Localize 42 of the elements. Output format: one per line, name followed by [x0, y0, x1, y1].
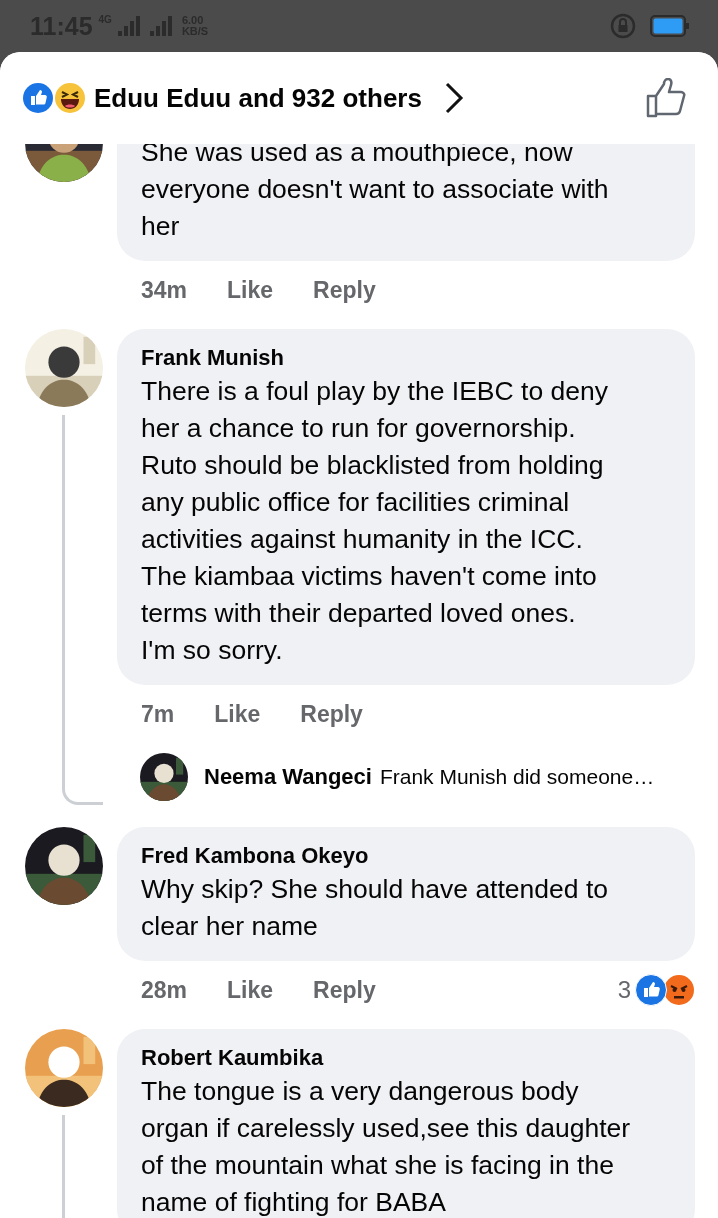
comment-text: She was used as a mouthpiece, now	[141, 136, 574, 169]
comment-text: of the mountain what she is facing in the	[141, 1149, 615, 1182]
reactions-summary[interactable]: Eduu Eduu and 932 others	[94, 82, 422, 114]
commenter-name[interactable]: Robert Kaumbika	[141, 1043, 671, 1073]
comment-text: her a chance to run for governorship.	[141, 412, 577, 445]
like-button[interactable]: Like	[227, 976, 274, 1004]
reply-button[interactable]: Reply	[313, 976, 376, 1004]
commenter-name[interactable]: Fred Kambona Okeyo	[141, 841, 671, 871]
chevron-right-icon[interactable]	[443, 82, 464, 114]
reaction-count: 3	[617, 976, 631, 1004]
like-icon[interactable]	[646, 78, 688, 118]
comment-text: terms with their departed loved ones.	[141, 597, 577, 630]
reply-preview[interactable]: Frank Munish did someone…	[379, 765, 655, 789]
comment-text: name of fighting for BABA	[141, 1186, 447, 1218]
comment-text: any public office for facilities criminal	[141, 486, 571, 519]
reply-button[interactable]: Reply	[313, 276, 376, 304]
like-reaction-icon	[22, 82, 54, 114]
comment-text: everyone doesn't want to associate with	[141, 173, 610, 206]
comment-text: her	[141, 210, 181, 243]
comment-text: organ if carelessly used,see this daughter	[141, 1112, 632, 1145]
comment-text: activities against humanity in the ICC.	[141, 523, 584, 556]
comment-time: 28m	[141, 976, 188, 1004]
comment-time: 34m	[141, 276, 188, 304]
comment-text: There is a foul play by the IEBC to deny	[141, 375, 609, 408]
comment-time: 7m	[141, 700, 175, 728]
reply-button[interactable]: Reply	[300, 700, 363, 728]
comment-text: I'm so sorry.	[141, 634, 284, 667]
comment-text: Why skip? She should have attended to	[141, 873, 609, 906]
comment-text: clear her name	[141, 910, 319, 943]
signal-icon	[115, 15, 142, 37]
rotation-lock-icon	[610, 13, 636, 39]
battery-icon	[650, 15, 690, 37]
signal-icon	[147, 15, 174, 37]
comment-text: The kiambaa victims haven't come into	[141, 560, 598, 593]
comment-text: Ruto should be blacklisted from holding	[141, 449, 605, 482]
like-button[interactable]: Like	[214, 700, 261, 728]
replier-name[interactable]: Neema Wangeci	[204, 764, 372, 790]
like-button[interactable]: Like	[227, 276, 274, 304]
comment-text: The tongue is a very dangerous body	[141, 1075, 580, 1108]
laughing-emoji-icon	[54, 82, 86, 114]
reactions-icon	[635, 974, 695, 1006]
commenter-name[interactable]: Frank Munish	[141, 343, 671, 373]
